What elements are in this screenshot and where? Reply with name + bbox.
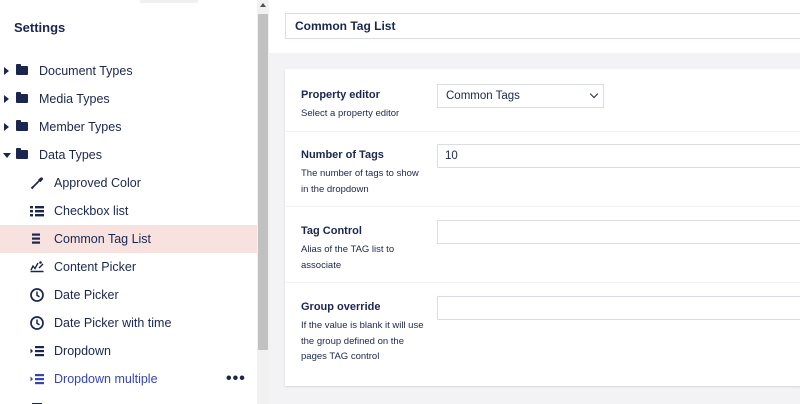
tree-item-label: Content Picker <box>54 260 136 274</box>
data-type-name-input[interactable] <box>285 13 800 39</box>
tree-item-date-picker[interactable]: Date Picker <box>0 281 257 309</box>
tree-item-label: Date Picker with time <box>54 316 172 330</box>
property-editor-selected-value: Common Tags <box>446 90 520 102</box>
tag-control-input[interactable] <box>437 220 800 244</box>
tree-item-partial[interactable] <box>0 393 257 404</box>
sidebar-top-divider <box>140 0 198 3</box>
group-override-label: Group override <box>301 301 381 313</box>
clock-icon <box>30 316 44 330</box>
caret-right-icon[interactable] <box>4 123 9 131</box>
tree-item-label: Dropdown <box>54 344 111 358</box>
more-actions-icon[interactable]: ••• <box>226 370 246 388</box>
number-of-tags-input[interactable] <box>437 144 800 168</box>
group-override-description: If the value is blank it will use the gr… <box>301 320 424 362</box>
tree-item-media-types[interactable]: Media Types <box>0 85 257 113</box>
scroll-up-arrow-icon[interactable] <box>260 3 266 7</box>
property-editor-select[interactable]: Common Tags <box>437 84 604 108</box>
tree-item-common-tag-list[interactable]: Common Tag List <box>0 225 257 253</box>
tree-item-label: Checkbox list <box>54 204 129 218</box>
tree-item-content-picker[interactable]: Content Picker <box>0 253 257 281</box>
list-icon <box>32 403 42 404</box>
tree-item-label: Date Picker <box>54 288 119 302</box>
tree-item-document-types[interactable]: Document Types <box>0 57 257 85</box>
group-override-input[interactable] <box>437 296 800 320</box>
property-editor-description: Select a property editor <box>301 108 400 119</box>
property-divider <box>285 282 800 283</box>
tree-item-member-types[interactable]: Member Types <box>0 113 257 141</box>
folder-icon <box>16 92 28 103</box>
dropdown-list-icon <box>30 374 44 385</box>
list-lines-icon <box>32 233 40 244</box>
caret-right-icon[interactable] <box>4 67 9 75</box>
caret-right-icon[interactable] <box>4 95 9 103</box>
folder-icon <box>16 64 28 75</box>
property-editor-label: Property editor <box>301 89 380 101</box>
tree-item-dropdown-multiple[interactable]: Dropdown multiple ••• <box>0 365 257 393</box>
tree-item-approved-color[interactable]: Approved Color <box>0 169 257 197</box>
tree-item-date-picker-with-time[interactable]: Date Picker with time <box>0 309 257 337</box>
caret-down-icon[interactable] <box>3 153 11 158</box>
tree-item-label: Member Types <box>39 120 122 134</box>
tree-item-label: Approved Color <box>54 176 141 190</box>
chevron-down-icon <box>589 89 599 99</box>
clock-icon <box>30 288 44 302</box>
tag-control-label: Tag Control <box>301 225 362 237</box>
tree-item-label: Document Types <box>39 64 133 78</box>
tree-item-label: Media Types <box>39 92 110 106</box>
number-of-tags-label: Number of Tags <box>301 149 384 161</box>
dropdown-list-icon <box>30 346 44 357</box>
picker-icon <box>30 261 44 273</box>
sidebar-title: Settings <box>14 20 66 35</box>
eyedropper-icon <box>30 177 44 190</box>
bullet-list-icon <box>30 206 44 217</box>
sidebar: Settings Document Types Media Types Memb… <box>0 0 257 404</box>
sidebar-scrollbar-thumb[interactable] <box>258 14 268 350</box>
folder-icon <box>16 148 28 159</box>
property-divider <box>285 206 800 207</box>
tree-item-label: Common Tag List <box>54 232 152 246</box>
number-of-tags-description: The number of tags to show in the dropdo… <box>301 168 419 195</box>
tree-item-label: Dropdown multiple <box>54 372 158 386</box>
property-divider <box>285 131 800 132</box>
tag-control-description: Alias of the TAG list to associate <box>301 244 395 271</box>
tree-item-checkbox-list[interactable]: Checkbox list <box>0 197 257 225</box>
tree-item-label: Data Types <box>39 148 103 162</box>
tree-item-data-types[interactable]: Data Types <box>0 141 257 169</box>
folder-icon <box>16 120 28 131</box>
tree-item-dropdown[interactable]: Dropdown <box>0 337 257 365</box>
